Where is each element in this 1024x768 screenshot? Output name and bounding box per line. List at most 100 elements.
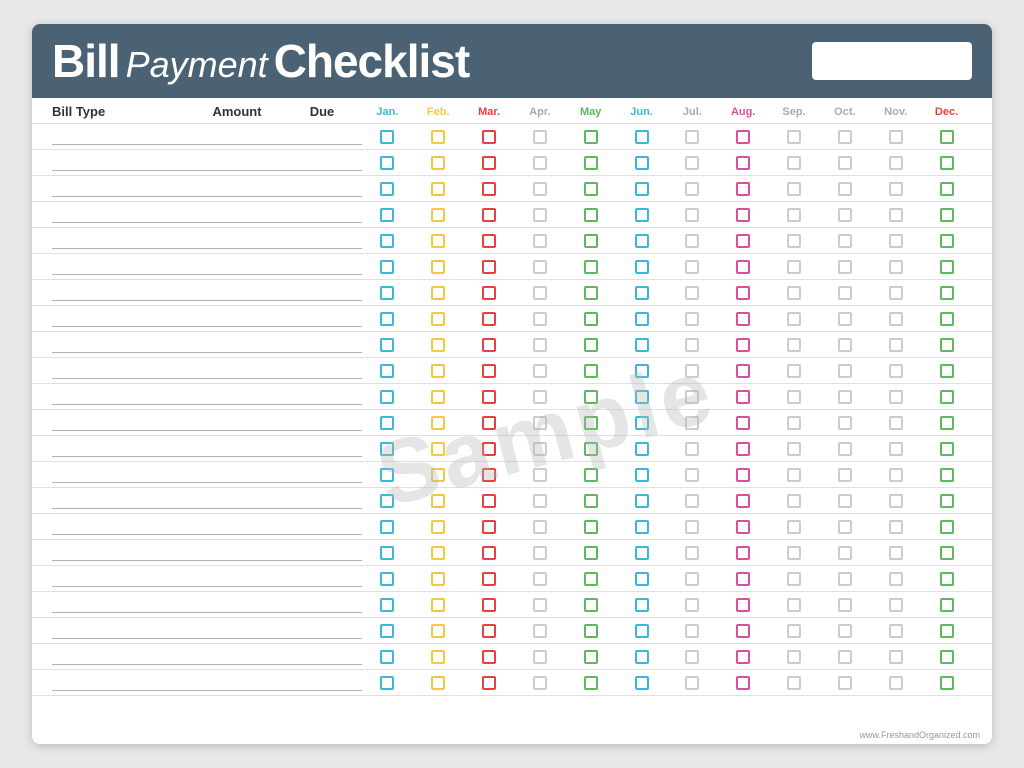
- checkbox-square[interactable]: [533, 338, 547, 352]
- checkbox-square[interactable]: [482, 312, 496, 326]
- checkbox-square[interactable]: [431, 390, 445, 404]
- checkbox-square[interactable]: [889, 494, 903, 508]
- checkbox-square[interactable]: [584, 260, 598, 274]
- checkbox-square[interactable]: [685, 676, 699, 690]
- checkbox-square[interactable]: [380, 312, 394, 326]
- cell-amount[interactable]: [192, 415, 282, 431]
- cell-bill-type[interactable]: [52, 311, 192, 327]
- checkbox-square[interactable]: [635, 286, 649, 300]
- checkbox-square[interactable]: [838, 156, 852, 170]
- checkbox-square[interactable]: [889, 468, 903, 482]
- cell-due[interactable]: [282, 259, 362, 275]
- cell-amount[interactable]: [192, 155, 282, 171]
- cell-due[interactable]: [282, 389, 362, 405]
- checkbox-square[interactable]: [482, 572, 496, 586]
- checkbox-square[interactable]: [736, 156, 750, 170]
- cell-amount[interactable]: [192, 259, 282, 275]
- checkbox-square[interactable]: [431, 338, 445, 352]
- checkbox-square[interactable]: [889, 650, 903, 664]
- checkbox-square[interactable]: [482, 182, 496, 196]
- checkbox-square[interactable]: [431, 546, 445, 560]
- checkbox-square[interactable]: [533, 468, 547, 482]
- checkbox-square[interactable]: [533, 208, 547, 222]
- checkbox-square[interactable]: [431, 442, 445, 456]
- checkbox-square[interactable]: [736, 364, 750, 378]
- checkbox-square[interactable]: [838, 442, 852, 456]
- checkbox-square[interactable]: [940, 650, 954, 664]
- checkbox-square[interactable]: [584, 234, 598, 248]
- checkbox-square[interactable]: [736, 234, 750, 248]
- checkbox-square[interactable]: [889, 234, 903, 248]
- checkbox-square[interactable]: [380, 338, 394, 352]
- checkbox-square[interactable]: [787, 234, 801, 248]
- cell-due[interactable]: [282, 181, 362, 197]
- cell-due[interactable]: [282, 363, 362, 379]
- checkbox-square[interactable]: [736, 520, 750, 534]
- checkbox-square[interactable]: [685, 390, 699, 404]
- checkbox-square[interactable]: [584, 520, 598, 534]
- checkbox-square[interactable]: [533, 624, 547, 638]
- checkbox-square[interactable]: [787, 312, 801, 326]
- checkbox-square[interactable]: [838, 286, 852, 300]
- checkbox-square[interactable]: [431, 494, 445, 508]
- checkbox-square[interactable]: [736, 676, 750, 690]
- cell-bill-type[interactable]: [52, 675, 192, 691]
- checkbox-square[interactable]: [685, 416, 699, 430]
- checkbox-square[interactable]: [889, 338, 903, 352]
- checkbox-square[interactable]: [380, 650, 394, 664]
- checkbox-square[interactable]: [380, 468, 394, 482]
- checkbox-square[interactable]: [685, 234, 699, 248]
- cell-bill-type[interactable]: [52, 285, 192, 301]
- checkbox-square[interactable]: [533, 650, 547, 664]
- checkbox-square[interactable]: [787, 520, 801, 534]
- checkbox-square[interactable]: [787, 494, 801, 508]
- checkbox-square[interactable]: [685, 364, 699, 378]
- checkbox-square[interactable]: [685, 338, 699, 352]
- checkbox-square[interactable]: [787, 286, 801, 300]
- checkbox-square[interactable]: [838, 364, 852, 378]
- cell-amount[interactable]: [192, 389, 282, 405]
- cell-bill-type[interactable]: [52, 467, 192, 483]
- checkbox-square[interactable]: [380, 234, 394, 248]
- checkbox-square[interactable]: [889, 286, 903, 300]
- checkbox-square[interactable]: [889, 312, 903, 326]
- checkbox-square[interactable]: [635, 650, 649, 664]
- checkbox-square[interactable]: [787, 390, 801, 404]
- checkbox-square[interactable]: [838, 208, 852, 222]
- checkbox-square[interactable]: [482, 442, 496, 456]
- checkbox-square[interactable]: [940, 624, 954, 638]
- header-input-box[interactable]: [812, 42, 972, 80]
- checkbox-square[interactable]: [380, 286, 394, 300]
- checkbox-square[interactable]: [482, 546, 496, 560]
- checkbox-square[interactable]: [889, 572, 903, 586]
- checkbox-square[interactable]: [940, 390, 954, 404]
- checkbox-square[interactable]: [889, 182, 903, 196]
- checkbox-square[interactable]: [889, 390, 903, 404]
- checkbox-square[interactable]: [380, 390, 394, 404]
- checkbox-square[interactable]: [635, 156, 649, 170]
- checkbox-square[interactable]: [736, 338, 750, 352]
- cell-due[interactable]: [282, 415, 362, 431]
- checkbox-square[interactable]: [736, 416, 750, 430]
- checkbox-square[interactable]: [787, 416, 801, 430]
- checkbox-square[interactable]: [533, 286, 547, 300]
- cell-amount[interactable]: [192, 337, 282, 353]
- checkbox-square[interactable]: [736, 312, 750, 326]
- cell-due[interactable]: [282, 571, 362, 587]
- cell-bill-type[interactable]: [52, 649, 192, 665]
- checkbox-square[interactable]: [787, 468, 801, 482]
- checkbox-square[interactable]: [685, 130, 699, 144]
- checkbox-square[interactable]: [787, 598, 801, 612]
- checkbox-square[interactable]: [940, 416, 954, 430]
- checkbox-square[interactable]: [431, 572, 445, 586]
- checkbox-square[interactable]: [584, 468, 598, 482]
- checkbox-square[interactable]: [482, 208, 496, 222]
- cell-bill-type[interactable]: [52, 155, 192, 171]
- checkbox-square[interactable]: [940, 468, 954, 482]
- cell-amount[interactable]: [192, 597, 282, 613]
- checkbox-square[interactable]: [889, 546, 903, 560]
- checkbox-square[interactable]: [685, 208, 699, 222]
- checkbox-square[interactable]: [685, 260, 699, 274]
- checkbox-square[interactable]: [635, 520, 649, 534]
- cell-bill-type[interactable]: [52, 207, 192, 223]
